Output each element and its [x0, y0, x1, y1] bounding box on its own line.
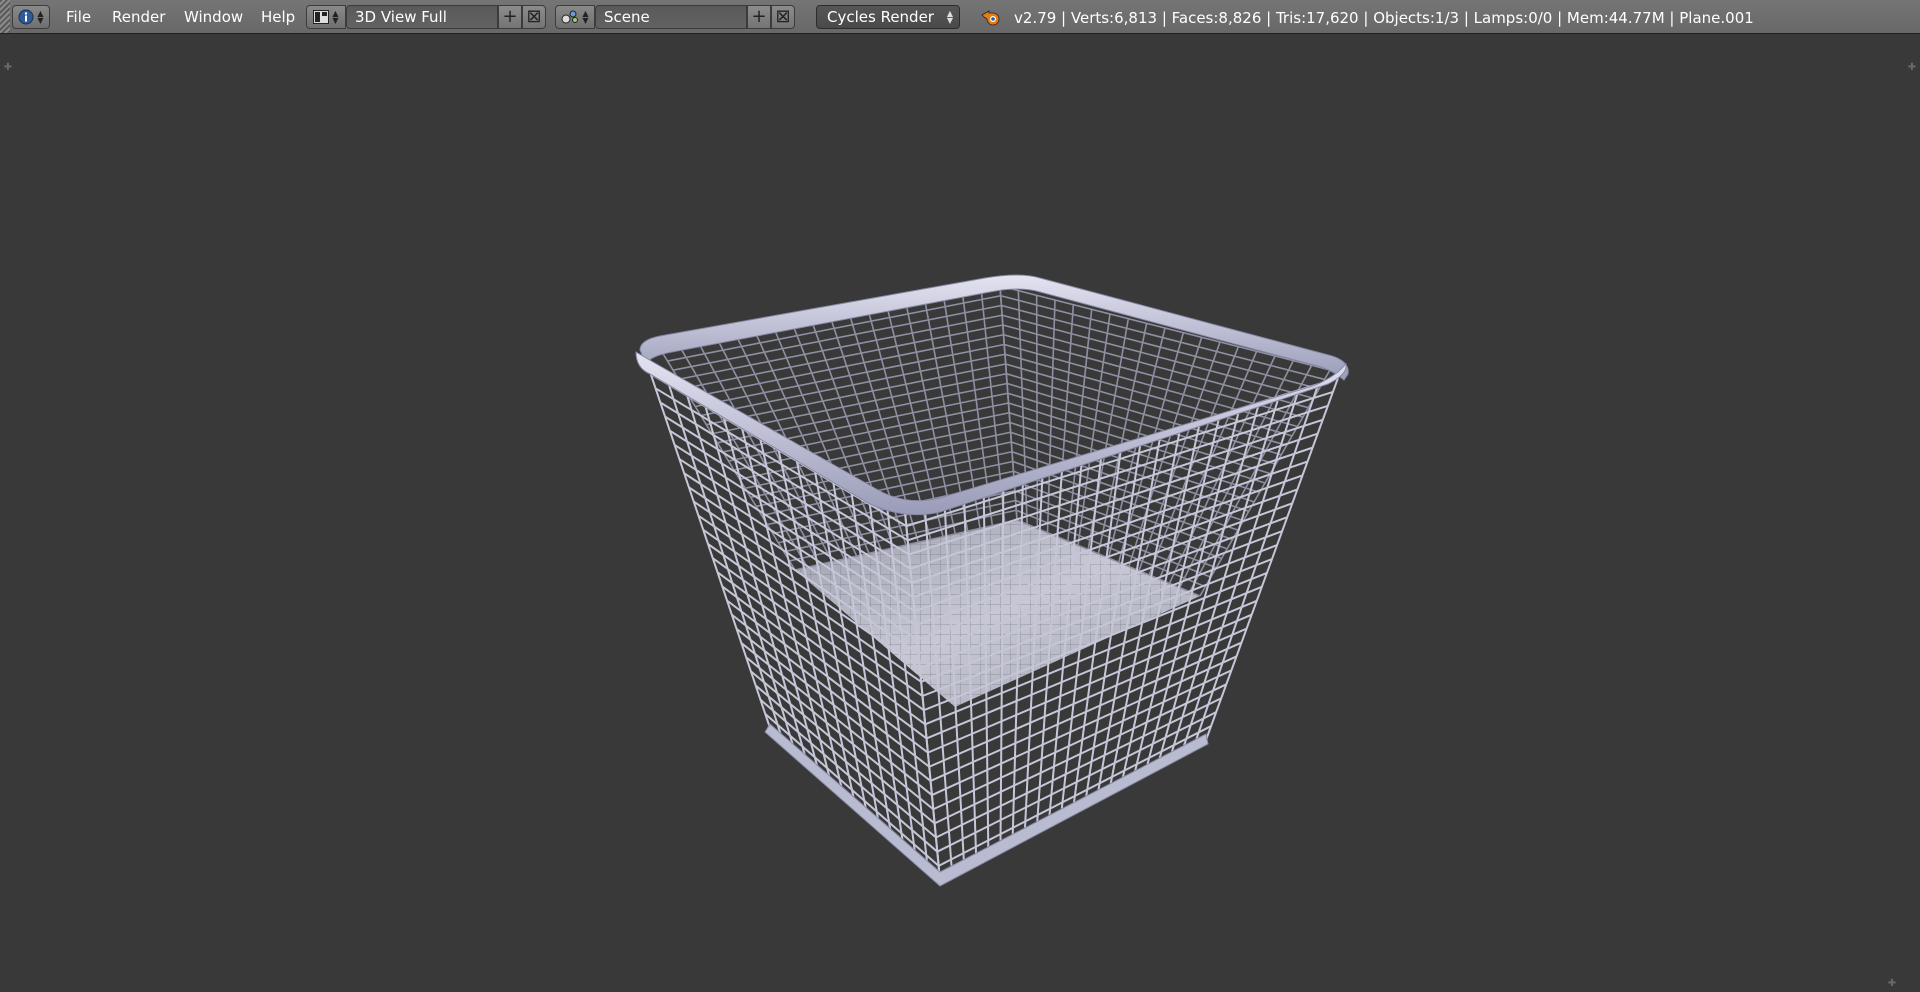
render-engine-label: Cycles Render [827, 8, 934, 26]
info-icon [18, 9, 34, 25]
blender-logo-icon [981, 10, 1000, 26]
delete-screen-button[interactable]: ⊠ [522, 5, 546, 29]
chevron-updown-icon: ▲ ▼ [332, 9, 339, 25]
menu-help[interactable]: Help [261, 6, 295, 30]
3d-viewport[interactable]: ✚ ✚ ✚ [0, 34, 1920, 992]
scene-icon [561, 10, 579, 24]
scene-browse-button[interactable]: ▲ ▼ [555, 5, 595, 29]
chevron-updown-icon: ▲ ▼ [946, 9, 953, 25]
screen-layout-browse-button[interactable]: ▲ ▼ [306, 5, 346, 29]
plus-icon: + [502, 6, 518, 27]
delete-scene-button[interactable]: ⊠ [771, 5, 795, 29]
render-engine-dropdown[interactable]: Cycles Render ▲ ▼ [816, 5, 960, 29]
add-screen-button[interactable]: + [498, 5, 522, 29]
plus-icon: + [751, 6, 767, 27]
wire-basket[interactable] [0, 34, 1920, 992]
scene-statistics: v2.79 | Verts:6,813 | Faces:8,826 | Tris… [1014, 9, 1754, 27]
add-scene-button[interactable]: + [747, 5, 771, 29]
chevron-updown-icon: ▲ ▼ [37, 9, 44, 25]
area-split-handle[interactable] [0, 0, 10, 33]
layout-icon [313, 10, 330, 24]
chevron-updown-icon: ▲ ▼ [582, 9, 589, 25]
editor-type-selector[interactable]: ▲ ▼ [12, 5, 50, 29]
top-header-bar: ▲ ▼ File Render Window Help ▲ ▼ 3D View Fu… [0, 0, 1920, 34]
close-icon: ⊠ [775, 6, 791, 27]
close-icon: ⊠ [526, 6, 542, 27]
scene-name-field[interactable]: Scene [595, 5, 747, 29]
screen-layout-name-field[interactable]: 3D View Full [346, 5, 498, 29]
basket-wire-mesh [645, 285, 1339, 881]
menu-file[interactable]: File [66, 6, 91, 30]
menu-render[interactable]: Render [112, 6, 165, 30]
menu-window[interactable]: Window [184, 6, 243, 30]
